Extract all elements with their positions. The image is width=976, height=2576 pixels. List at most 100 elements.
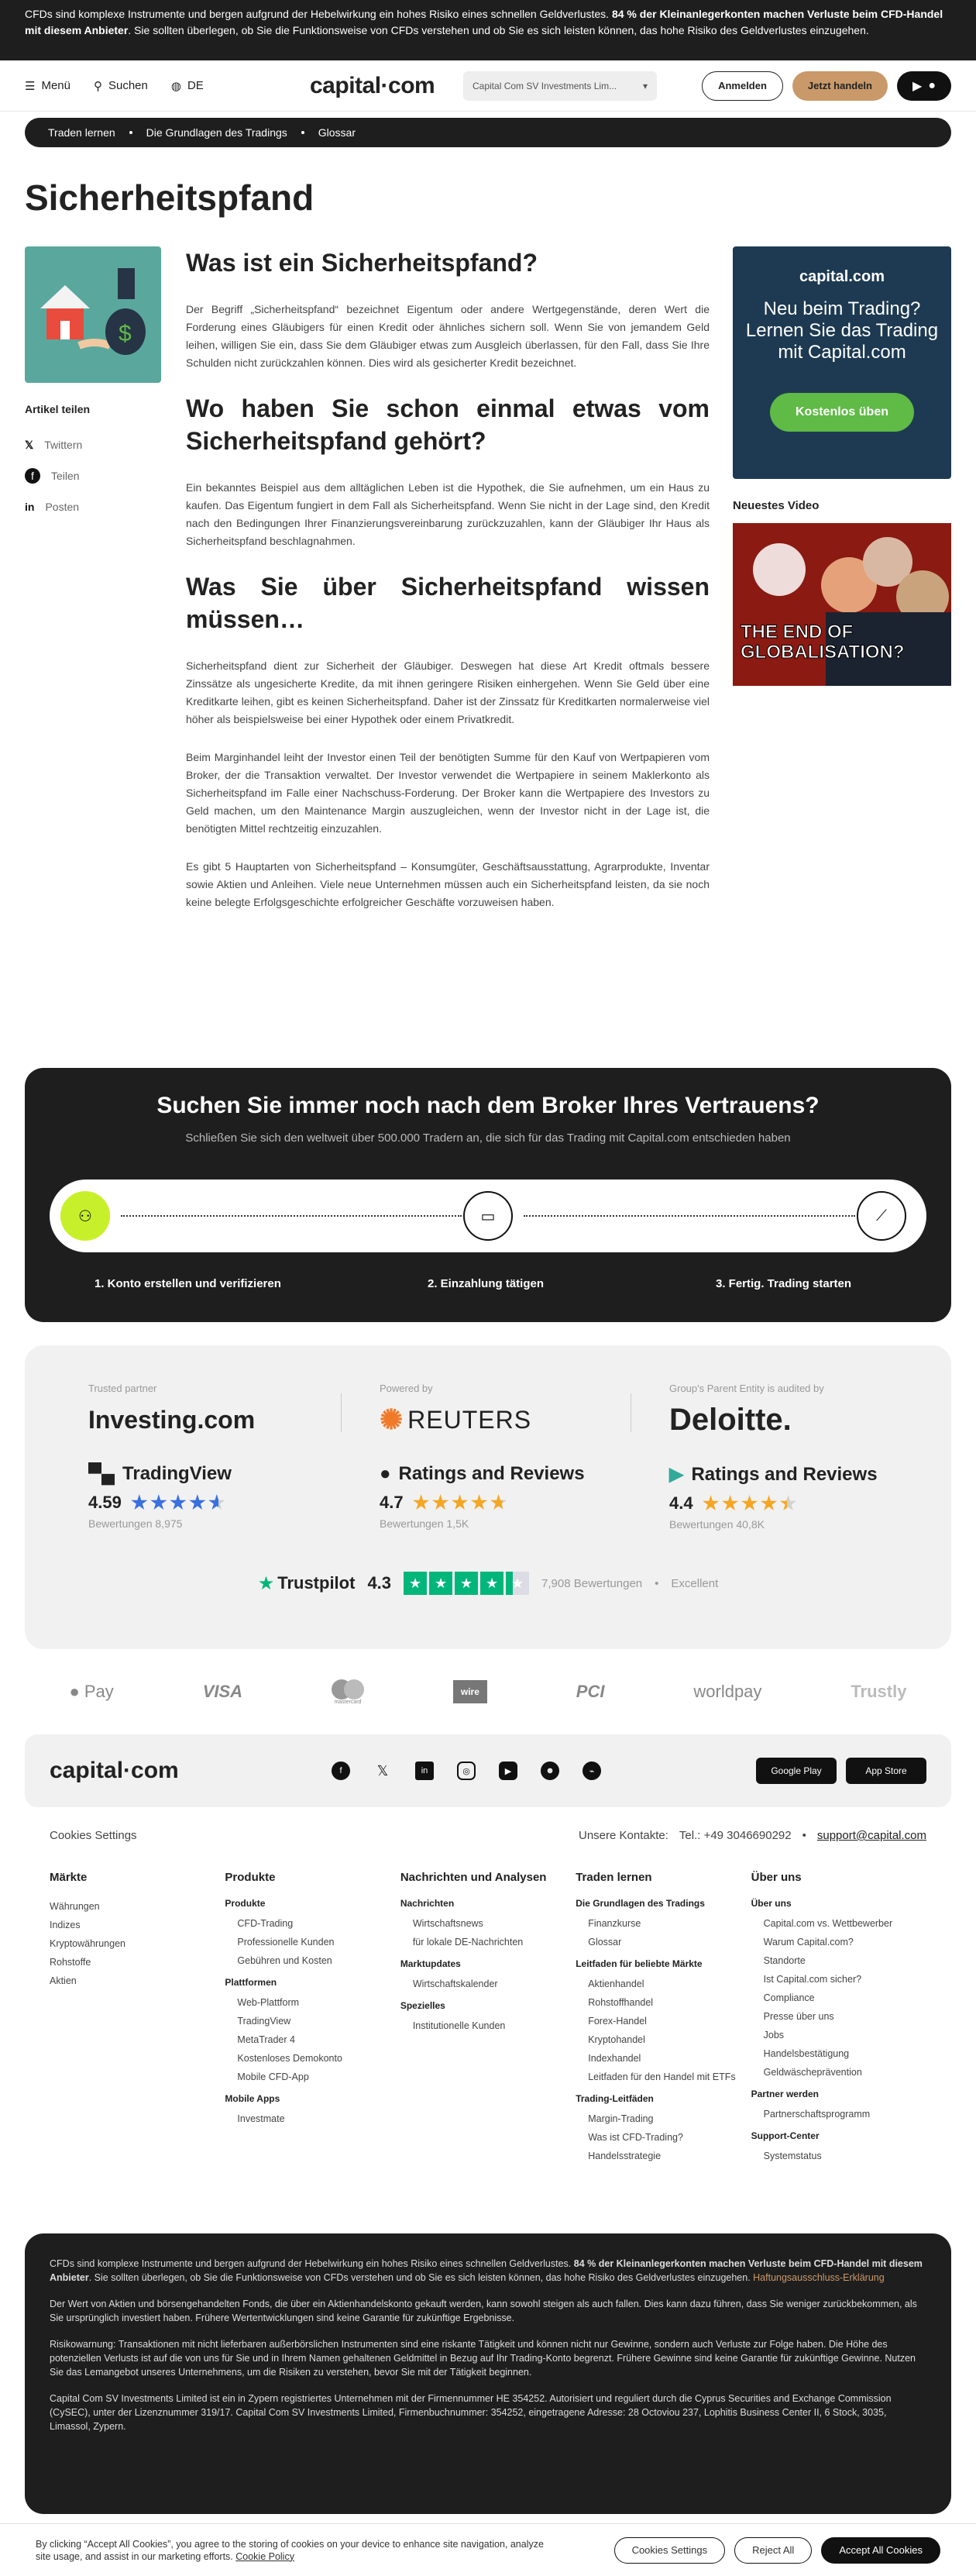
star-icon — [780, 1495, 797, 1511]
footer-group-title[interactable]: Plattformen — [225, 1976, 400, 1989]
accept-all-button[interactable]: Accept All Cookies — [821, 2536, 940, 2564]
facebook-icon[interactable]: f — [332, 1762, 350, 1780]
reject-all-button[interactable]: Reject All — [734, 2536, 813, 2564]
entity-selector[interactable]: Capital Com SV Investments Lim... ▾ — [463, 71, 657, 101]
star-icon — [208, 1494, 225, 1510]
trustly-logo: Trustly — [851, 1682, 907, 1701]
video-thumbnail[interactable]: THE END OF GLOBALISATION? — [733, 523, 951, 686]
disclaimer-link[interactable]: Haftungsausschluss-Erklärung — [753, 2272, 885, 2283]
footer-link[interactable]: Kryptowährungen — [50, 1934, 225, 1953]
footer-link[interactable]: Gebühren und Kosten — [225, 1951, 400, 1970]
footer-group-title[interactable]: Leitfaden für beliebte Märkte — [576, 1958, 751, 1970]
footer-link[interactable]: Partnerschaftsprogramm — [751, 2105, 926, 2123]
footer-link[interactable]: Mobile CFD-App — [225, 2068, 400, 2086]
phone-link[interactable]: Tel.: +49 3046690292 — [679, 1829, 792, 1842]
app-store-badge[interactable]: App Store — [846, 1758, 926, 1784]
footer-link[interactable]: Margin-Trading — [576, 2109, 751, 2128]
footer-link[interactable]: Systemstatus — [751, 2147, 926, 2165]
footer-link[interactable]: Standorte — [751, 1951, 926, 1970]
footer-link[interactable]: Währungen — [50, 1897, 225, 1916]
footer-link[interactable]: Was ist CFD-Trading? — [576, 2128, 751, 2147]
search-button[interactable]: ⚲ Suchen — [94, 79, 148, 93]
footer-link[interactable]: Jobs — [751, 2026, 926, 2044]
share-linkedin[interactable]: in Posten — [25, 491, 164, 522]
footer-group-title[interactable]: Die Grundlagen des Tradings — [576, 1897, 751, 1910]
reddit-icon[interactable]: ☻ — [541, 1762, 559, 1780]
footer-link[interactable]: Wirtschaftskalender — [400, 1975, 576, 1993]
footer-group-title[interactable]: Mobile Apps — [225, 2092, 400, 2105]
footer-link[interactable]: Leitfaden für den Handel mit ETFs — [576, 2068, 751, 2086]
mastercard-logo: mastercard — [331, 1679, 364, 1705]
footer-link[interactable]: Kryptohandel — [576, 2030, 751, 2049]
footer-link[interactable]: CFD-Trading — [225, 1914, 400, 1933]
footer-group-title[interactable]: Produkte — [225, 1897, 400, 1910]
logo[interactable]: capital·com — [310, 73, 435, 99]
footer-link[interactable]: Aktien — [50, 1972, 225, 1990]
footer-group-title[interactable]: Über uns — [751, 1897, 926, 1910]
footer-group-title[interactable]: Partner werden — [751, 2088, 926, 2100]
login-button[interactable]: Anmelden — [702, 71, 783, 101]
breadcrumb-item[interactable]: Traden lernen — [48, 126, 115, 139]
share-twitter[interactable]: 𝕏 Twittern — [25, 429, 164, 460]
article-illustration: $ — [25, 246, 161, 383]
rss-icon[interactable]: ⌁ — [583, 1762, 601, 1780]
footer-logo[interactable]: capital·com — [50, 1758, 179, 1784]
rating-app-store: ● Ratings and Reviews 4.7 Bewertungen 1,5… — [380, 1463, 585, 1530]
breadcrumb-item[interactable]: Glossar — [318, 126, 356, 139]
cookies-settings-button[interactable]: Cookies Settings — [613, 2536, 726, 2564]
app-store-button[interactable]: ▶ ● — [897, 71, 951, 101]
footer-link[interactable]: Aktienhandel — [576, 1975, 751, 1993]
footer-link[interactable]: Professionelle Kunden — [225, 1933, 400, 1951]
footer-group-title[interactable]: Spezielles — [400, 1999, 576, 2012]
footer-link[interactable]: Institutionelle Kunden — [400, 2016, 576, 2035]
cookie-policy-link[interactable]: Cookie Policy — [235, 2551, 294, 2562]
footer-link[interactable]: Ist Capital.com sicher? — [751, 1970, 926, 1989]
instagram-icon[interactable]: ◎ — [457, 1762, 476, 1780]
star-icon — [432, 1494, 449, 1510]
footer-link[interactable]: Indizes — [50, 1916, 225, 1934]
language-selector[interactable]: ◍ DE — [171, 79, 204, 93]
star-icon — [741, 1495, 758, 1511]
footer-link[interactable]: Finanzkurse — [576, 1914, 751, 1933]
footer-link[interactable]: Warum Capital.com? — [751, 1933, 926, 1951]
trade-now-button[interactable]: Jetzt handeln — [792, 71, 888, 101]
footer-link[interactable]: Rohstoffe — [50, 1953, 225, 1972]
twitter-icon[interactable]: 𝕏 — [373, 1762, 392, 1780]
footer-group-title[interactable]: Nachrichten — [400, 1897, 576, 1910]
footer-link[interactable]: Presse über uns — [751, 2007, 926, 2026]
twitter-icon: 𝕏 — [25, 438, 34, 451]
google-play-badge[interactable]: Google Play — [756, 1758, 837, 1784]
footer-link[interactable]: Capital.com vs. Wettbewerber — [751, 1914, 926, 1933]
youtube-icon[interactable]: ▶ — [499, 1762, 517, 1780]
email-link[interactable]: support@capital.com — [817, 1829, 926, 1842]
footer-link[interactable]: Indexhandel — [576, 2049, 751, 2068]
sidebar: capital.com Neu beim Trading? Lernen Sie… — [733, 246, 951, 686]
footer-link[interactable]: Wirtschaftsnews — [400, 1914, 576, 1933]
cookie-settings-link[interactable]: Cookies Settings — [50, 1829, 137, 1842]
practice-free-button[interactable]: Kostenlos üben — [770, 393, 914, 432]
breadcrumb-item[interactable]: Die Grundlagen des Tradings — [146, 126, 287, 139]
linkedin-icon[interactable]: in — [415, 1762, 434, 1780]
trustpilot-bar[interactable]: ★ Trustpilot 4.3 ★ ★ ★ ★ ★ 7,908 Bewertungen… — [25, 1572, 951, 1595]
share-facebook[interactable]: f Teilen — [25, 460, 164, 491]
trustpilot-icon: ★ — [257, 1572, 275, 1594]
footer-group-title[interactable]: Trading-Leitfäden — [576, 2092, 751, 2105]
footer-link[interactable]: TradingView — [225, 2012, 400, 2030]
menu-button[interactable]: ☰ Menü — [25, 79, 70, 93]
footer-link[interactable]: MetaTrader 4 — [225, 2030, 400, 2049]
footer-link[interactable]: Geldwäscheprävention — [751, 2063, 926, 2082]
footer-link[interactable]: Web-Plattform — [225, 1993, 400, 2012]
footer-link[interactable]: Rohstoffhandel — [576, 1993, 751, 2012]
footer-link[interactable]: Forex-Handel — [576, 2012, 751, 2030]
footer-link[interactable]: Kostenloses Demokonto — [225, 2049, 400, 2068]
contact-label: Unsere Kontakte: — [578, 1829, 668, 1842]
footer-link[interactable]: Glossar — [576, 1933, 751, 1951]
footer-group-title[interactable]: Support-Center — [751, 2130, 926, 2142]
footer-link[interactable]: Handelsstrategie — [576, 2147, 751, 2165]
footer-group-title[interactable]: Marktupdates — [400, 1958, 576, 1970]
footer-link[interactable]: Compliance — [751, 1989, 926, 2007]
footer-link[interactable]: für lokale DE-Nachrichten — [400, 1933, 576, 1951]
footer-link[interactable]: Handelsbestätigung — [751, 2044, 926, 2063]
footer-link[interactable]: Investmate — [225, 2109, 400, 2128]
star-rating — [413, 1494, 507, 1511]
